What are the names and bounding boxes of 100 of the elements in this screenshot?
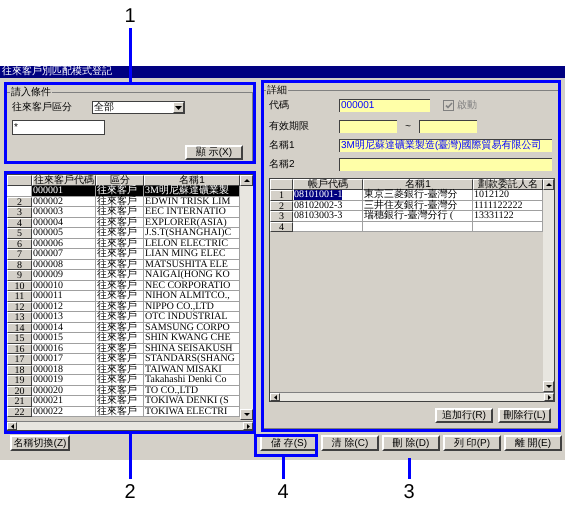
table-cell: 000013	[32, 312, 96, 322]
callout-number: 2	[123, 480, 137, 504]
table-cell: 000011	[32, 291, 96, 302]
table-cell: EXPLORER(ASIA)	[144, 218, 240, 228]
callout-number: 4	[276, 480, 290, 504]
table-cell: 000019	[32, 375, 96, 386]
table-cell: 3M明尼蘇達礦業製	[144, 186, 240, 196]
down-arrow-icon	[546, 385, 552, 388]
action-button[interactable]: 清 除(C)	[321, 435, 379, 451]
search-field[interactable]: *	[12, 120, 105, 135]
field-label: 代碼	[269, 100, 290, 112]
add-row-button[interactable]: 追加行(R)	[435, 408, 493, 423]
table-cell: TOKIWA DENKI (S	[144, 396, 240, 406]
table-cell: 東京三菱銀行-臺灣分	[363, 190, 473, 200]
category-dropdown[interactable]: 全部	[92, 101, 185, 114]
date-field[interactable]	[339, 120, 397, 133]
row-header: 4	[7, 218, 32, 228]
table-cell: 000020	[32, 386, 96, 396]
action-button[interactable]: 列 印(P)	[443, 435, 501, 451]
table-cell: 往來客戶	[96, 375, 144, 386]
field-label: 名稱2	[269, 158, 296, 170]
group-label: 請入條件	[10, 87, 52, 99]
table-cell: 13331122	[473, 211, 543, 222]
table-cell: TAIWAN MISAKI	[144, 364, 240, 375]
row-header	[7, 186, 32, 196]
range-separator: ~	[404, 120, 412, 132]
row-header: 19	[7, 375, 32, 386]
column-header: 帳戶代碼	[293, 179, 363, 190]
table-cell: 000022	[32, 406, 96, 417]
table-cell: 000008	[32, 260, 96, 270]
name-toggle-button[interactable]: 名稱切換(Z)	[10, 435, 70, 451]
field-label: 往來客戶區分	[12, 102, 73, 114]
table-cell: 三井住友銀行-臺灣分	[363, 200, 473, 211]
row-header: 2	[270, 200, 293, 211]
action-button[interactable]: 刪 除(D)	[382, 435, 440, 451]
checkbox-label: 啟動	[457, 100, 477, 112]
action-button[interactable]: 離 開(E)	[504, 435, 562, 451]
table-cell: 000003	[32, 207, 96, 218]
show-button[interactable]: 顯 示(X)	[185, 145, 243, 160]
table-cell: 往來客戶	[96, 207, 144, 218]
table-cell: 往來客戶	[96, 312, 144, 322]
row-header: 21	[7, 396, 32, 406]
table-cell: EEC INTERNATIO	[144, 207, 240, 218]
scrollbar[interactable]	[7, 421, 253, 430]
table-cell: STANDARS(SHANG	[144, 354, 240, 364]
table-cell: 往來客戶	[96, 228, 144, 238]
table-cell: SAMSUNG CORPO	[144, 322, 240, 333]
leader-line	[129, 434, 132, 479]
table-cell: 往來客戶	[96, 364, 144, 375]
row-header: 18	[7, 364, 32, 375]
table-cell: NIHON ALMITCO.,	[144, 291, 240, 302]
table-cell: LIAN MING ELEC	[144, 249, 240, 260]
scrollbar[interactable]	[240, 175, 253, 420]
table-cell: 瑞穗銀行-臺灣分行 (	[363, 211, 473, 222]
column-header: 名稱1	[363, 179, 473, 190]
leader-line	[408, 458, 411, 479]
table-cell: 08101001-1	[293, 190, 363, 200]
table-cell: 往來客戶	[96, 218, 144, 228]
row-header: 1	[270, 190, 293, 200]
table-cell: EDWIN TRISK LIM	[144, 196, 240, 207]
table-cell: TOKIWA ELECTRI	[144, 406, 240, 417]
table-cell: TO CO.,LTD	[144, 386, 240, 396]
table-cell: 1111122222	[473, 200, 543, 211]
table-cell: 08102002-3	[293, 200, 363, 211]
field-label: 名稱1	[269, 140, 296, 152]
date-field[interactable]	[419, 120, 477, 133]
row-header: 11	[7, 291, 32, 302]
row-header: 16	[7, 344, 32, 354]
right-arrow-icon	[246, 424, 250, 428]
table-cell: 000014	[32, 322, 96, 333]
table-cell: 往來客戶	[96, 354, 144, 364]
leader-line	[282, 457, 285, 479]
row-header: 4	[270, 222, 293, 232]
group-label: 詳細	[266, 85, 288, 97]
row-header: 12	[7, 302, 32, 312]
table-cell: Takahashi Denki Co	[144, 375, 240, 386]
table-cell: NEC CORPORATIO	[144, 280, 240, 291]
title-bar: 往來客戶別匹配模式登記	[0, 66, 565, 78]
row-header: 13	[7, 312, 32, 322]
delete-row-button[interactable]: 刪除行(L)	[498, 408, 551, 423]
table-cell: 000007	[32, 249, 96, 260]
table-cell: 000005	[32, 228, 96, 238]
name-field[interactable]: 3M明尼蘇達礦業製造(臺灣)國際貿易有限公司	[339, 139, 552, 152]
row-header: 8	[7, 260, 32, 270]
row-header: 7	[7, 249, 32, 260]
row-header: 15	[7, 333, 32, 344]
table-cell: 往來客戶	[96, 196, 144, 207]
row-header: 3	[7, 207, 32, 218]
code-field[interactable]: 000001	[339, 99, 430, 112]
table-cell: 08103003-3	[293, 211, 363, 222]
row-header: 10	[7, 280, 32, 291]
table-cell	[473, 222, 543, 232]
scrollbar[interactable]	[543, 179, 554, 392]
table-cell: OTC INDUSTRIAL	[144, 312, 240, 322]
up-arrow-icon	[244, 179, 250, 182]
leader-line	[129, 28, 132, 82]
name-field[interactable]	[339, 158, 552, 171]
table-cell: 000006	[32, 238, 96, 249]
table-cell: 往來客戶	[96, 186, 144, 196]
scrollbar[interactable]	[270, 392, 554, 401]
